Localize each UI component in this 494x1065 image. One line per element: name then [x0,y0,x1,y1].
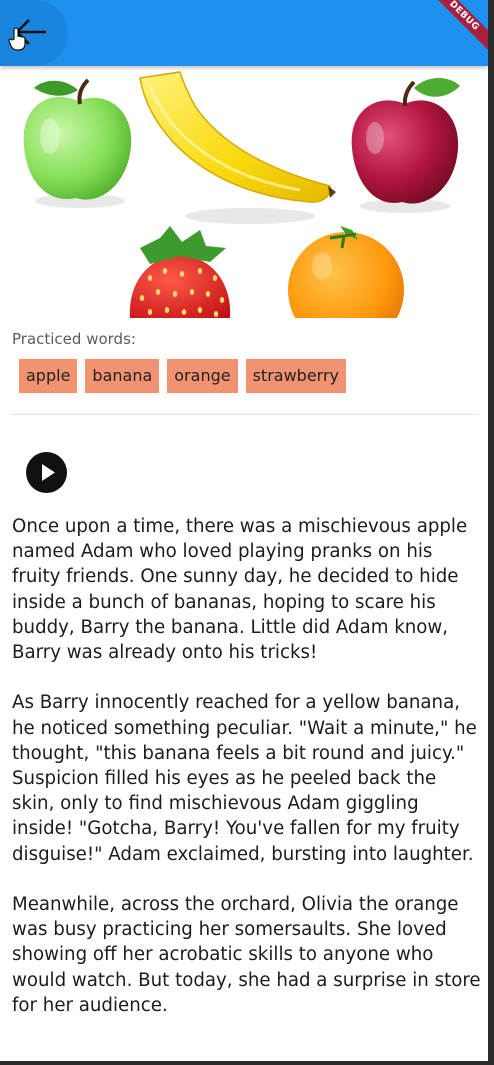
word-chip-orange[interactable]: orange [167,359,238,393]
story-paragraph: As Barry innocently reached for a yellow… [12,692,477,865]
back-button[interactable] [0,0,68,66]
story-paragraph: Meanwhile, across the orchard, Olivia th… [12,894,481,1016]
window-frame-bottom [0,1061,494,1065]
word-chip-banana[interactable]: banana [85,359,160,393]
practiced-words-label: Practiced words: [12,330,136,348]
green-apple-icon [23,78,132,208]
divider [11,414,479,415]
arrow-left-icon [8,19,46,51]
fruit-illustration [0,66,488,318]
window-frame-right [488,0,494,1065]
word-chip-strawberry[interactable]: strawberry [245,359,346,393]
practiced-words-list: apple banana orange strawberry [19,359,346,393]
play-button[interactable] [26,452,67,493]
orange-icon [288,226,404,318]
play-icon [42,464,55,481]
app-bar [0,0,488,66]
strawberry-icon [129,226,231,318]
story-paragraph: Once upon a time, there was a mischievou… [12,516,468,664]
story-text: Once upon a time, there was a mischievou… [12,514,482,1018]
banana-icon [139,71,336,224]
word-chip-apple[interactable]: apple [19,359,78,393]
red-apple-icon [351,78,460,213]
